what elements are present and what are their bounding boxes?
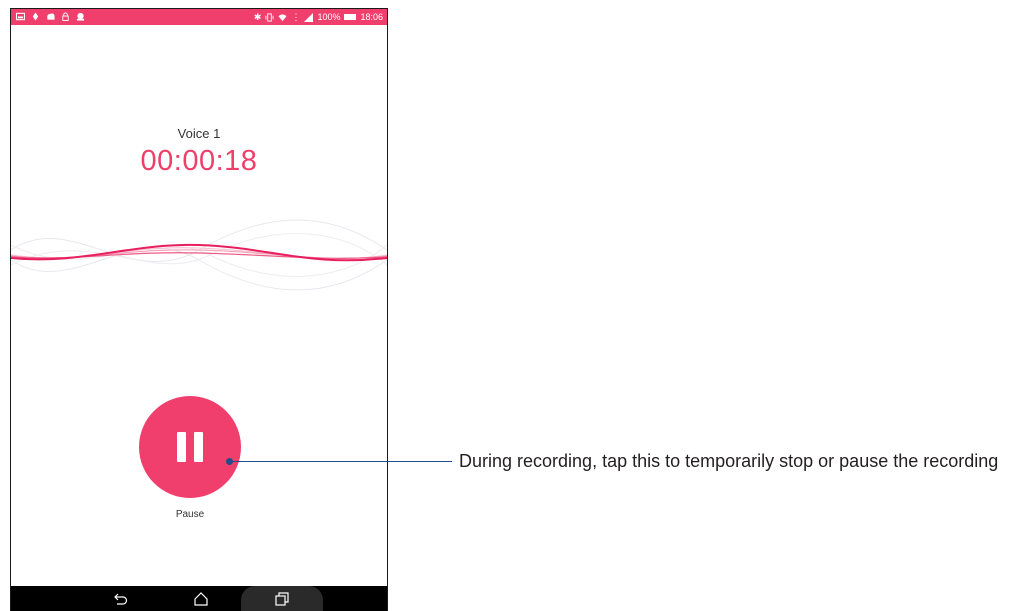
vibrate-icon	[265, 12, 274, 22]
lock-icon	[62, 12, 69, 21]
overflow-icon: ⋮	[291, 12, 301, 22]
nav-recent-apps-button[interactable]	[241, 586, 323, 611]
location-icon	[32, 12, 39, 21]
nav-home-button[interactable]	[181, 586, 221, 611]
callout-line	[229, 461, 452, 462]
audio-waveform	[11, 219, 387, 291]
status-system-icons: ✱ ⋮ 100% 18:06	[254, 10, 383, 24]
recording-name: Voice 1	[177, 126, 221, 141]
cloud-icon	[47, 13, 55, 20]
back-icon	[114, 593, 128, 605]
signal-icon	[304, 12, 314, 22]
device-screen: ✱ ⋮ 100% 18:06 Voice 1 00:00:18	[10, 8, 388, 611]
status-time: 18:06	[360, 12, 383, 22]
navigation-bar	[11, 586, 387, 611]
recording-timer: 00:00:18	[140, 145, 258, 177]
pause-icon-bar	[194, 432, 203, 462]
recent-apps-icon	[275, 591, 289, 606]
callout-dot	[226, 458, 233, 465]
app-icon	[76, 12, 85, 21]
callout-annotation: During recording, tap this to temporaril…	[459, 451, 999, 471]
pause-icon	[177, 432, 186, 462]
home-icon	[194, 591, 208, 606]
pause-label: Pause	[175, 509, 205, 520]
battery-percent: 100%	[317, 12, 341, 22]
pause-button[interactable]	[139, 396, 241, 498]
nav-back-button[interactable]	[101, 586, 141, 611]
battery-icon	[344, 14, 357, 20]
image-icon	[16, 12, 25, 21]
bluetooth-icon: ✱	[253, 12, 262, 22]
status-notification-icons	[16, 12, 85, 21]
wifi-icon	[278, 13, 287, 21]
status-bar: ✱ ⋮ 100% 18:06	[11, 9, 387, 25]
